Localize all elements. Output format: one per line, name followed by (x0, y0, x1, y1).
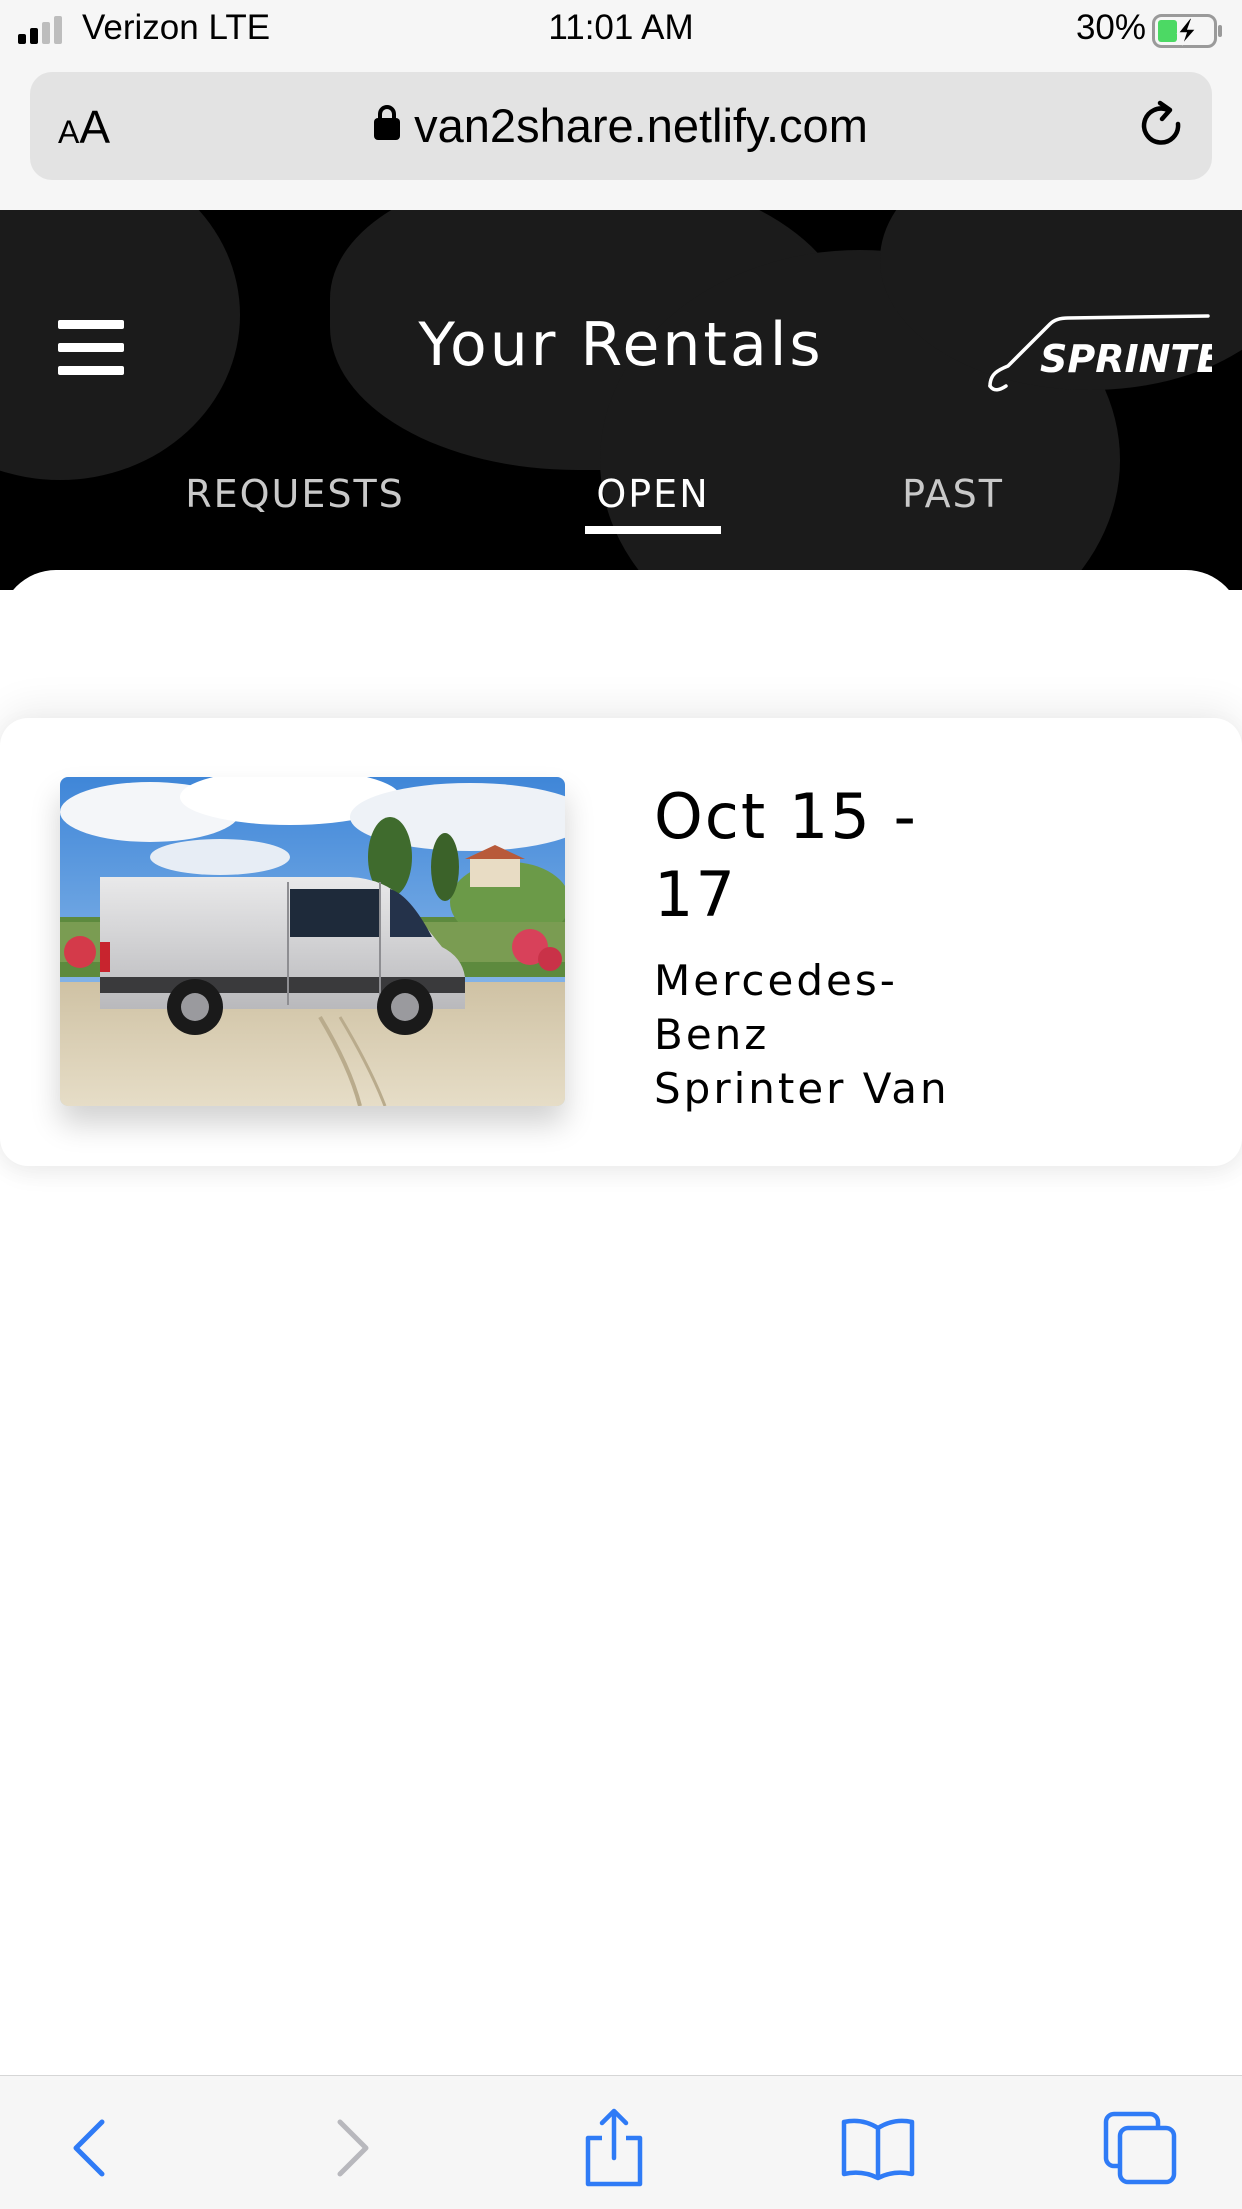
bookmarks-icon[interactable] (838, 2108, 918, 2188)
url-display[interactable]: van2share.netlify.com (30, 98, 1212, 153)
status-bar: Verizon LTE 11:01 AM 30% (0, 0, 1242, 60)
rental-vehicle-name: Mercedes- Benz Sprinter Van (654, 956, 950, 1113)
browser-toolbar (0, 2075, 1242, 2209)
rental-dates: Oct 15 - 17 (654, 780, 918, 931)
reload-icon[interactable] (1134, 98, 1190, 154)
lock-icon (374, 104, 401, 140)
url-text: van2share.netlify.com (414, 99, 868, 152)
browser-address-bar: AA van2share.netlify.com (0, 60, 1242, 210)
sprinter-logo: SPRINTER (988, 314, 1212, 392)
tab-open[interactable]: OPEN (560, 472, 746, 516)
rental-card[interactable]: Oct 15 - 17 Mercedes- Benz Sprinter Van (0, 718, 1242, 1166)
battery-charging-icon (1152, 14, 1222, 48)
active-tab-indicator (585, 526, 721, 534)
share-icon[interactable] (574, 2108, 654, 2188)
tab-past[interactable]: PAST (870, 472, 1036, 516)
app-header: Your Rentals SPRINTER REQUESTS OPEN PAST (0, 210, 1242, 590)
tab-requests[interactable]: REQUESTS (150, 472, 440, 516)
rental-tabs: REQUESTS OPEN PAST (0, 472, 1242, 552)
battery-percent: 30% (1075, 8, 1146, 47)
forward-icon[interactable] (312, 2108, 392, 2188)
url-field[interactable]: AA van2share.netlify.com (30, 72, 1212, 180)
clock: 11:01 AM (548, 8, 694, 47)
tabs-icon[interactable] (1100, 2108, 1180, 2188)
van-photo (60, 777, 565, 1106)
sprinter-logo-text: SPRINTER (1040, 337, 1212, 381)
back-icon[interactable] (50, 2108, 130, 2188)
